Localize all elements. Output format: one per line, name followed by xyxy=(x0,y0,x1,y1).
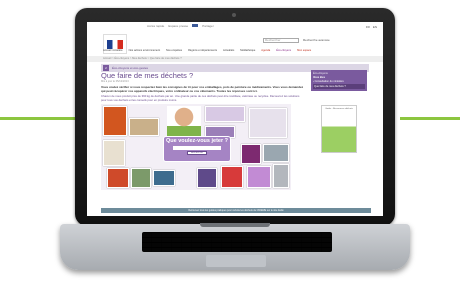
sidebar-label: Éco-citoyens xyxy=(313,72,328,75)
nav-item-agenda[interactable]: Agenda xyxy=(259,48,272,53)
page-title: Que faire de mes déchets ? xyxy=(101,71,194,80)
article: Que faire de mes déchets ? Mis à jour le… xyxy=(101,70,305,191)
search-input[interactable]: Rechercher xyxy=(263,38,299,43)
sidebar-title: Vous êtes xyxy=(313,76,326,79)
sidebar-link[interactable]: › Consultation du ministère xyxy=(313,80,365,83)
lamp-image xyxy=(107,168,129,189)
laptop-trackpad xyxy=(206,255,266,267)
main-nav: Accueil ministère Nos actions environnem… xyxy=(101,48,313,53)
header: Rechercher Recherche avancée Accueil min… xyxy=(87,32,383,56)
laptop-base xyxy=(60,223,410,270)
paint-image xyxy=(241,144,261,165)
util-link-share[interactable]: Partager xyxy=(202,24,214,28)
camera-icon xyxy=(232,13,236,17)
lang-link-fr[interactable]: FR xyxy=(366,25,370,29)
product-photo: FR EN Accès rapide Espace presse Partage… xyxy=(0,0,460,303)
util-link-quick[interactable]: Accès rapide xyxy=(147,24,164,28)
nav-item-eco[interactable]: Éco-citoyens xyxy=(274,48,293,53)
promo-banner[interactable]: Guide - Ressources déchets xyxy=(321,105,357,153)
utility-links: Accès rapide Espace presse Partager xyxy=(147,24,214,28)
lang-link-en[interactable]: EN xyxy=(373,25,377,29)
battery-image xyxy=(153,170,175,187)
language-bar: FR EN xyxy=(87,22,383,32)
nav-item-account[interactable]: Mon espace xyxy=(295,48,313,53)
nav-item-news[interactable]: Actualités xyxy=(221,48,236,53)
tube-image xyxy=(205,106,245,123)
laptop-hinge xyxy=(200,223,270,227)
sidebar-box: Éco-citoyens Vous êtes › Consultation du… xyxy=(311,70,367,91)
waste-search-widget: Que voulez-vous jeter ? Rechercher xyxy=(163,136,231,163)
waste-search-button[interactable]: Rechercher xyxy=(187,151,207,156)
widget-question: Que voulez-vous jeter ? xyxy=(165,138,229,145)
glasses-image xyxy=(131,168,151,189)
paper-image xyxy=(249,108,287,139)
clothes-image xyxy=(221,166,243,189)
article-date: Mis à jour le 05/12/2013 xyxy=(101,80,129,83)
util-link-press[interactable]: Espace presse xyxy=(168,24,188,28)
laptop-screen: FR EN Accès rapide Espace presse Partage… xyxy=(87,22,383,216)
accent-line-right xyxy=(400,117,460,120)
advanced-search-link[interactable]: Recherche avancée xyxy=(303,38,330,42)
phone-image xyxy=(197,168,217,189)
sidebar-current-item[interactable]: Que faire de mes déchets ? xyxy=(313,84,365,89)
sofa-image xyxy=(103,106,127,137)
fridge-image xyxy=(273,164,289,189)
pans-image xyxy=(263,144,289,163)
laptop-keyboard xyxy=(142,232,332,252)
accent-line-left xyxy=(0,117,80,120)
nav-item-media[interactable]: Médiathèque xyxy=(238,48,257,53)
breadcrumb[interactable]: Accueil > Éco-citoyens > Mes déchets > Q… xyxy=(87,56,383,62)
shoes-image xyxy=(129,118,159,137)
blender-image xyxy=(103,140,125,167)
nav-item-surveys[interactable]: Nos enquêtes xyxy=(164,48,184,53)
footer-banner[interactable]: Retrouvez tous les guides pratiques pour… xyxy=(101,208,371,213)
hero-collage: Que voulez-vous jeter ? Rechercher xyxy=(101,104,291,191)
waste-search-input[interactable] xyxy=(173,146,221,151)
article-lead: Vous voulez vérifier si vous respectez b… xyxy=(101,85,304,93)
nav-item-home[interactable]: Accueil ministère xyxy=(101,48,125,53)
laptop-lid: FR EN Accès rapide Espace presse Partage… xyxy=(75,8,395,226)
share-icon[interactable] xyxy=(192,24,199,27)
sidebar: Éco-citoyens Vous êtes › Consultation du… xyxy=(311,70,367,153)
towel-image xyxy=(247,166,271,189)
nav-item-actions[interactable]: Nos actions environnement xyxy=(127,48,162,53)
article-body: Chacun de nous produit près de 390 kg de… xyxy=(101,94,300,102)
nav-item-regions[interactable]: Régions et départements xyxy=(186,48,219,53)
